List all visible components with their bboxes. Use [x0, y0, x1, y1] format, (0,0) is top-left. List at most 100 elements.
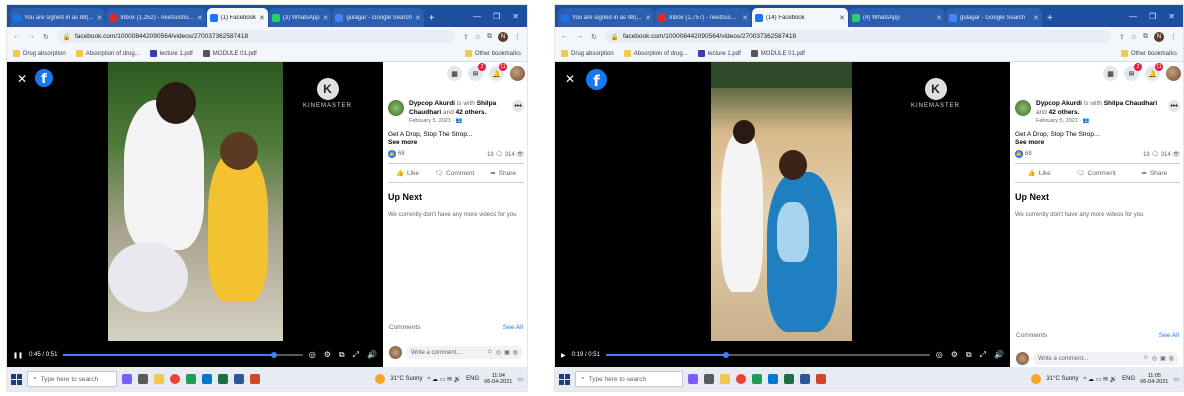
share-icon[interactable]: ⇪: [1119, 33, 1125, 41]
chrome-icon[interactable]: [170, 374, 180, 384]
tab-3[interactable]: (1) Facebook ✕: [206, 8, 268, 27]
close-icon[interactable]: ✕: [742, 14, 748, 22]
maximize-icon[interactable]: ❐: [493, 12, 500, 21]
people-icon[interactable]: [122, 374, 132, 384]
more-options-icon[interactable]: •••: [512, 100, 524, 112]
close-icon[interactable]: ✕: [645, 14, 651, 22]
progress-bar[interactable]: [63, 352, 303, 358]
fullscreen-icon[interactable]: ⤢: [980, 350, 986, 360]
tab-1[interactable]: You are signed in as 98(... ✕: [558, 8, 654, 27]
share-button[interactable]: ➦ Share: [490, 169, 516, 178]
star-icon[interactable]: ☆: [475, 33, 481, 41]
play-icon[interactable]: ▶: [561, 352, 566, 359]
menu-icon[interactable]: ⋮: [1170, 33, 1177, 41]
word-icon[interactable]: [234, 374, 244, 384]
file-explorer-icon[interactable]: [720, 374, 730, 384]
gif-icon[interactable]: ▣: [1160, 355, 1166, 362]
excel-icon[interactable]: [218, 374, 228, 384]
people-icon[interactable]: [688, 374, 698, 384]
maximize-icon[interactable]: ❐: [1149, 12, 1156, 21]
close-icon[interactable]: ✕: [415, 14, 421, 22]
windows-start-icon[interactable]: [11, 373, 22, 385]
pip-icon[interactable]: ⧉: [966, 350, 972, 360]
captions-icon[interactable]: ◎: [936, 350, 943, 360]
post-date[interactable]: February 5, 2021 ·: [409, 118, 456, 124]
page-avatar[interactable]: [388, 100, 404, 116]
tab-4[interactable]: (4) WhatsApp ✕: [849, 8, 945, 27]
avatar[interactable]: [1166, 66, 1181, 81]
pause-icon[interactable]: ❚❚: [13, 352, 23, 359]
captions-icon[interactable]: ◎: [309, 350, 316, 360]
comment-count[interactable]: 18: [487, 152, 494, 158]
menu-grid-icon[interactable]: ▦: [1103, 66, 1118, 81]
chrome-icon[interactable]: [736, 374, 746, 384]
minimize-icon[interactable]: —: [1129, 12, 1137, 21]
excel-icon[interactable]: [784, 374, 794, 384]
see-more-link[interactable]: See more: [388, 139, 524, 146]
bookmark-item[interactable]: Absorption of drug...: [75, 50, 140, 57]
file-explorer-icon[interactable]: [154, 374, 164, 384]
back-icon[interactable]: ←: [13, 33, 20, 40]
extensions-icon[interactable]: ⧉: [1143, 33, 1148, 41]
close-icon[interactable]: ✕: [97, 14, 103, 22]
author-name[interactable]: Dypcop Akurdi: [409, 100, 455, 107]
comment-button[interactable]: 🗨 Comment: [1076, 169, 1115, 178]
like-button[interactable]: 👍 Like: [1028, 169, 1051, 178]
tab-2[interactable]: Inbox (1,252) - neetsusho... ✕: [106, 8, 206, 27]
page-avatar[interactable]: [1015, 100, 1031, 116]
comment-button[interactable]: 🗨 Comment: [435, 169, 474, 178]
video-viewer[interactable]: ✕ f KINEMASTER ❚❚ 0:45 / 0:51 ◎ ⚙ ⧉ ⤢ 🔊: [7, 62, 383, 369]
minimize-icon[interactable]: —: [473, 12, 481, 21]
notification-center-icon[interactable]: ▭: [1173, 376, 1179, 383]
new-tab-icon[interactable]: +: [429, 13, 435, 24]
menu-icon[interactable]: ⋮: [514, 33, 521, 41]
sticker-icon[interactable]: ◍: [1169, 355, 1174, 362]
close-icon[interactable]: ✕: [1033, 14, 1039, 22]
close-icon[interactable]: ✕: [259, 14, 265, 22]
forward-icon[interactable]: →: [576, 33, 583, 40]
tab-3[interactable]: (14) Facebook ✕: [752, 8, 848, 27]
bookmark-item[interactable]: MODULE 01.pdf: [202, 50, 257, 57]
others-link[interactable]: 42 others.: [456, 109, 487, 116]
word-icon[interactable]: [800, 374, 810, 384]
gif-icon[interactable]: ▣: [504, 349, 510, 356]
close-icon[interactable]: ✕: [936, 14, 942, 22]
weather-text[interactable]: 31°C Sunny: [1046, 376, 1078, 382]
tray-icons[interactable]: ^ ☁ ▭ ✉ 🔊: [428, 376, 462, 383]
facebook-logo-icon[interactable]: f: [586, 69, 607, 90]
volume-icon[interactable]: 🔊: [367, 350, 377, 360]
close-window-icon[interactable]: ✕: [1168, 12, 1175, 21]
share-button[interactable]: ➦ Share: [1141, 169, 1167, 178]
progress-bar[interactable]: [605, 352, 930, 358]
weather-text[interactable]: 31°C Sunny: [390, 376, 422, 382]
clock[interactable]: 11:05 06-04-2021: [1140, 373, 1168, 385]
taskbar-search[interactable]: ⌕ Type here to search: [27, 371, 117, 387]
emoji-icon[interactable]: ☺: [1143, 355, 1149, 362]
language-indicator[interactable]: ENG: [466, 376, 479, 382]
see-all-link[interactable]: See All: [1159, 332, 1179, 339]
task-view-icon[interactable]: [138, 374, 148, 384]
see-more-link[interactable]: See more: [1015, 139, 1180, 146]
bookmark-item[interactable]: Drug absorption: [13, 50, 66, 57]
volume-icon[interactable]: 🔊: [994, 350, 1004, 360]
emoji-icon[interactable]: ☺: [487, 349, 493, 356]
notification-center-icon[interactable]: ▭: [517, 376, 523, 383]
comment-count[interactable]: 18: [1143, 152, 1150, 158]
profile-icon[interactable]: N: [1154, 31, 1164, 42]
close-icon[interactable]: ✕: [839, 14, 845, 22]
extensions-icon[interactable]: ⧉: [487, 33, 492, 41]
star-icon[interactable]: ☆: [1131, 33, 1137, 41]
tab-5[interactable]: gulagar - Google Search ✕: [332, 8, 424, 27]
bell-icon[interactable]: 🔔 11: [1145, 63, 1163, 81]
reload-icon[interactable]: ↻: [43, 33, 49, 41]
settings-icon[interactable]: ⚙: [324, 350, 331, 360]
tab-1[interactable]: You are signed in as 88(... ✕: [10, 8, 106, 27]
tab-5[interactable]: gulagar - Google Search ✕: [946, 8, 1042, 27]
tab-2[interactable]: Inbox (1,757) - neetsusho... ✕: [655, 8, 751, 27]
share-icon[interactable]: ⇪: [463, 33, 469, 41]
new-tab-icon[interactable]: +: [1047, 13, 1053, 24]
comment-input[interactable]: Write a comment... ☺ ◎ ▣ ◍: [1033, 352, 1179, 365]
bookmark-item[interactable]: lecture 1.pdf: [697, 50, 741, 57]
close-viewer-icon[interactable]: ✕: [565, 72, 575, 86]
app-icon[interactable]: [186, 374, 196, 384]
